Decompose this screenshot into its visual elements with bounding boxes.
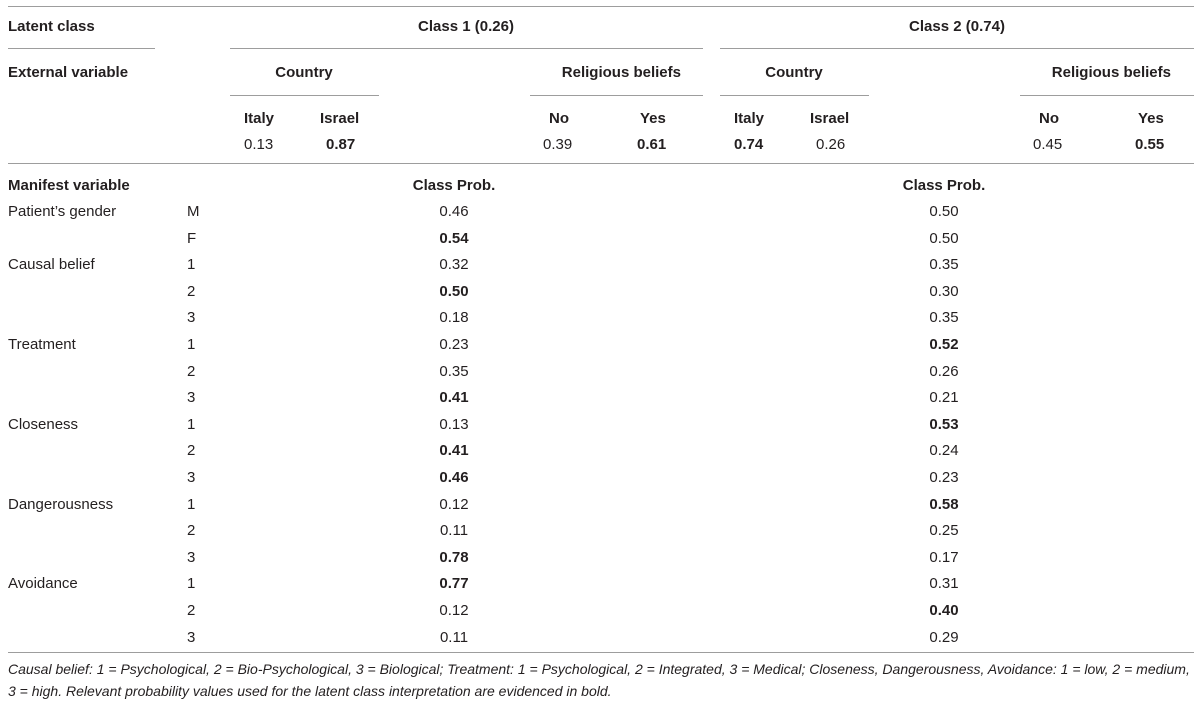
manifest-level: 3: [187, 389, 196, 407]
class2-prob-value: 0.29: [929, 628, 959, 646]
israel-label-c1: Israel: [320, 110, 360, 127]
manifest-level: 1: [187, 495, 196, 513]
class2-prob-value: 0.50: [929, 203, 959, 220]
manifest-level: 2: [187, 362, 196, 380]
manifest-level: 2: [187, 282, 196, 300]
class2-prob-value: 0.58: [929, 495, 959, 513]
class1-prob-value: 0.12: [439, 602, 469, 619]
religious-label-c1: Religious beliefs: [561, 64, 681, 81]
class2-no-value: 0.45: [1033, 136, 1063, 153]
class1-prob-value: 0.11: [439, 522, 469, 540]
class2-prob-value: 0.17: [929, 548, 959, 566]
class1-prob-value: 0.41: [439, 389, 469, 407]
class1-no-value: 0.39: [543, 136, 573, 153]
manifest-level: 3: [187, 548, 196, 566]
manifest-level: 3: [187, 309, 196, 327]
manifest-level: 2: [187, 522, 196, 540]
class2-prob-value: 0.52: [929, 336, 959, 353]
rule-class1: [230, 48, 703, 49]
class1-prob-value: 0.78: [439, 548, 469, 566]
manifest-level: 1: [187, 336, 196, 353]
yes-label-c1: Yes: [640, 110, 666, 127]
class2-label: Class 2 (0.74): [909, 18, 1005, 35]
class1-prob-value: 0.41: [439, 442, 469, 460]
class2-prob-value: 0.25: [929, 522, 959, 540]
manifest-level: 2: [187, 442, 196, 460]
rule-header-bottom: [8, 163, 1194, 164]
manifest-level: 1: [187, 256, 196, 274]
class2-prob-value: 0.26: [929, 362, 959, 380]
country-label-c1: Country: [275, 64, 333, 81]
yes-label-c2: Yes: [1138, 110, 1164, 127]
manifest-level: 3: [187, 469, 196, 486]
italy-label-c1: Italy: [244, 110, 275, 127]
class2-italy-value: 0.74: [734, 136, 764, 153]
class1-prob-value: 0.54: [439, 229, 469, 247]
rule-country-c1: [230, 95, 379, 96]
class2-prob-value: 0.35: [929, 309, 959, 327]
class2-yes-value: 0.55: [1135, 136, 1165, 153]
class1-prob-value: 0.46: [439, 203, 469, 220]
class1-prob-label: Class Prob.: [412, 177, 496, 194]
class2-prob-value: 0.24: [929, 442, 959, 460]
class1-prob-value: 0.50: [439, 282, 469, 300]
class1-prob-value: 0.13: [439, 415, 469, 433]
religious-label-c2: Religious beliefs: [1051, 64, 1171, 81]
external-variable-label: External variable: [8, 64, 129, 81]
manifest-variable-name: Patient’s gender: [8, 203, 117, 220]
class2-prob-label: Class Prob.: [902, 177, 986, 194]
rule-latent-class: [8, 48, 155, 49]
manifest-variable-name: Dangerousness: [8, 495, 114, 513]
italy-label-c2: Italy: [734, 110, 765, 127]
israel-label-c2: Israel: [810, 110, 850, 127]
class1-yes-value: 0.61: [637, 136, 667, 153]
class1-prob-value: 0.35: [439, 362, 469, 380]
rule-top: [8, 6, 1194, 7]
manifest-level: 3: [187, 628, 196, 646]
class2-prob-value: 0.31: [929, 575, 959, 593]
class2-prob-value: 0.30: [929, 282, 959, 300]
class2-israel-value: 0.26: [816, 136, 846, 153]
latent-class-label: Latent class: [8, 18, 95, 35]
country-label-c2: Country: [765, 64, 823, 81]
manifest-variable-name: Treatment: [8, 336, 76, 353]
class1-prob-value: 0.46: [439, 469, 469, 486]
class1-prob-value: 0.32: [439, 256, 469, 274]
class2-prob-value: 0.23: [929, 469, 959, 486]
class2-prob-value: 0.50: [929, 229, 959, 247]
class1-prob-value: 0.12: [439, 495, 469, 513]
class1-label: Class 1 (0.26): [418, 18, 514, 35]
table-footnote: Causal belief: 1 = Psychological, 2 = Bi…: [8, 661, 1190, 699]
class2-prob-value: 0.35: [929, 256, 959, 274]
class1-prob-value: 0.77: [439, 575, 469, 593]
manifest-variable-label: Manifest variable: [8, 177, 130, 194]
manifest-variable-name: Closeness: [8, 415, 79, 433]
manifest-variable-name: Avoidance: [8, 575, 78, 593]
class1-israel-value: 0.87: [326, 136, 356, 153]
class2-prob-value: 0.40: [929, 602, 959, 619]
rule-religious-c2: [1020, 95, 1194, 96]
class1-prob-value: 0.23: [439, 336, 469, 353]
manifest-level: F: [187, 229, 197, 247]
manifest-level: 2: [187, 602, 196, 619]
class1-prob-value: 0.18: [439, 309, 469, 327]
class1-italy-value: 0.13: [244, 136, 274, 153]
rule-class2: [720, 48, 1194, 49]
manifest-level: 1: [187, 415, 196, 433]
class1-prob-value: 0.11: [439, 628, 469, 646]
no-label-c2: No: [1039, 110, 1059, 127]
class2-prob-value: 0.53: [929, 415, 959, 433]
manifest-level: 1: [187, 575, 196, 593]
manifest-variable-name: Causal belief: [8, 256, 95, 274]
rule-bottom: [8, 652, 1194, 653]
rule-religious-c1: [530, 95, 703, 96]
rule-country-c2: [720, 95, 869, 96]
no-label-c1: No: [549, 110, 569, 127]
class2-prob-value: 0.21: [929, 389, 959, 407]
manifest-level: M: [187, 203, 200, 220]
